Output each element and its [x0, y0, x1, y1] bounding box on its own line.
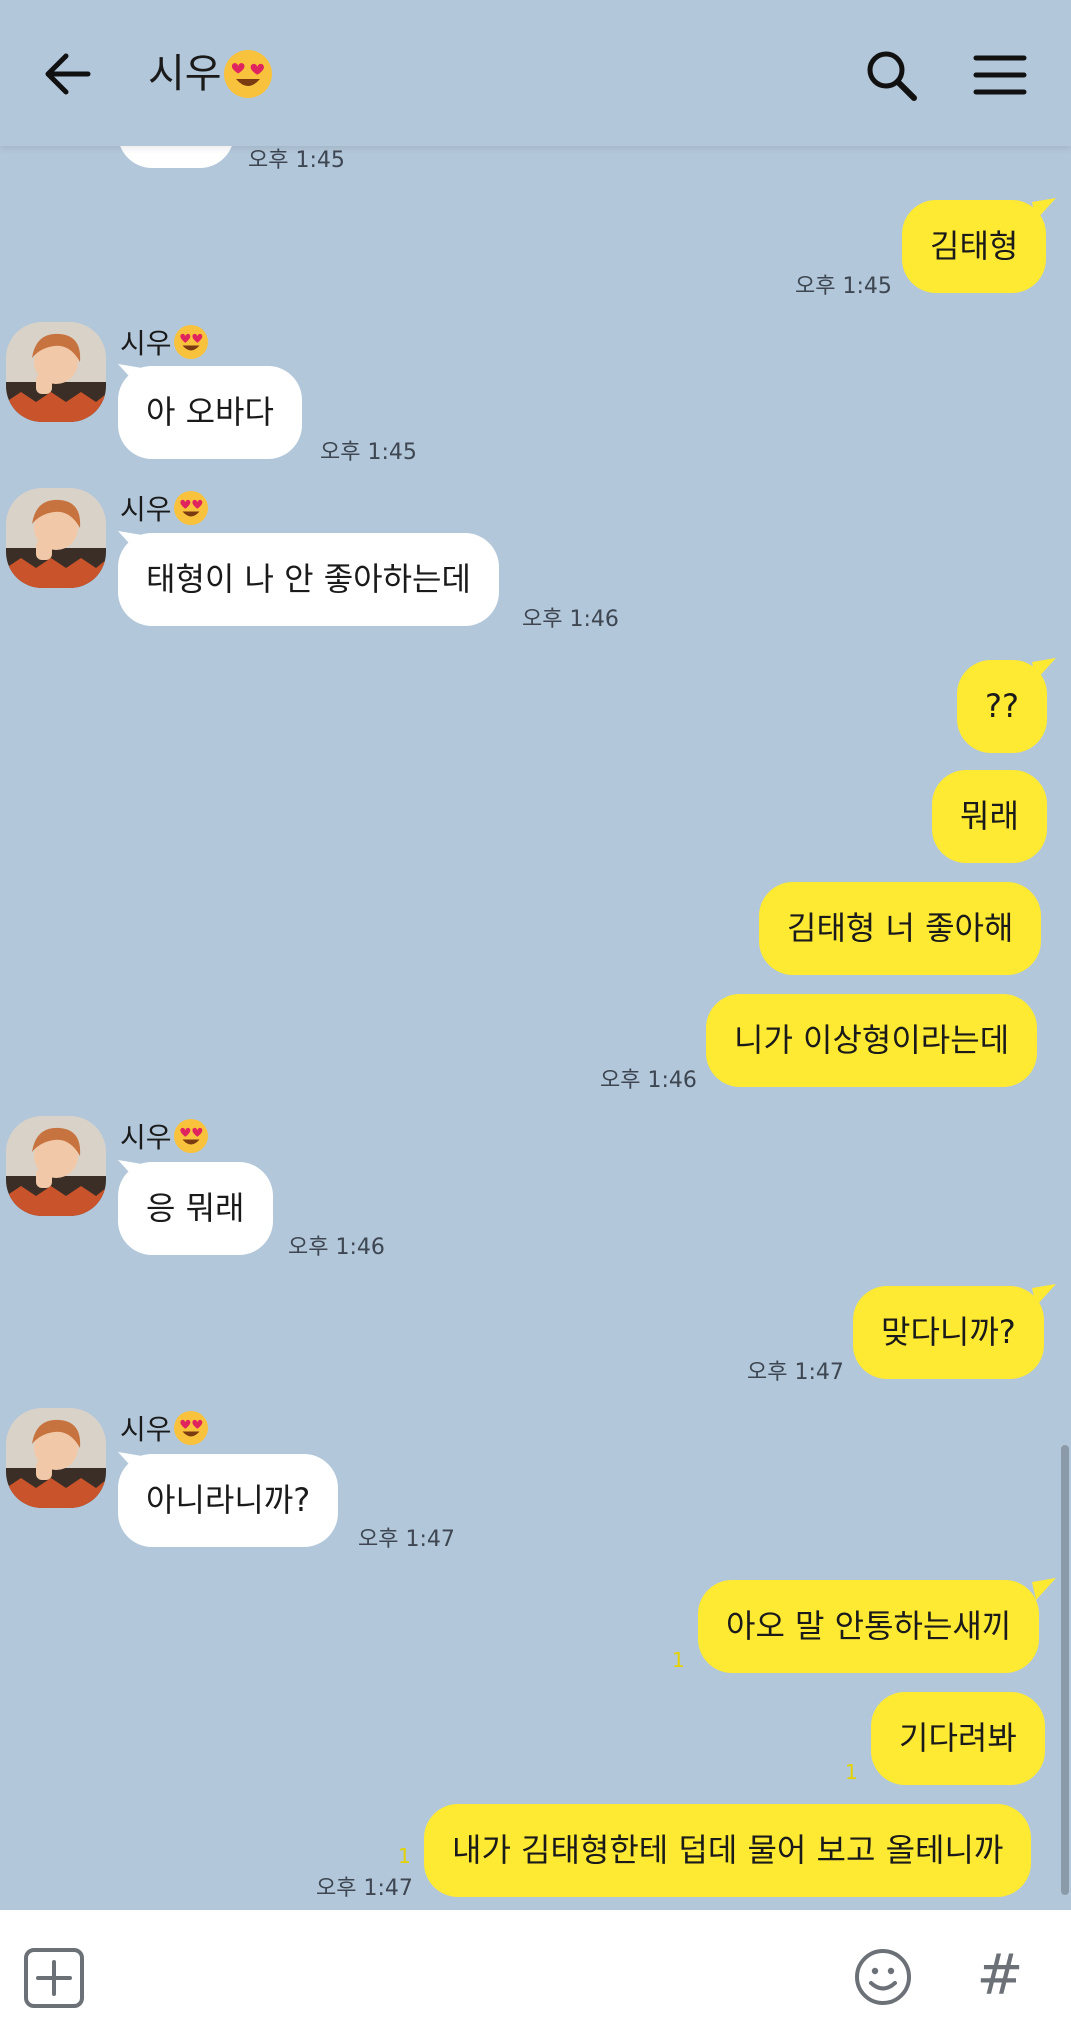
- sender-name: 시우: [120, 1408, 208, 1448]
- avatar[interactable]: [6, 322, 106, 422]
- chat-bubble-outgoing[interactable]: 아오 말 안통하는새끼: [698, 1580, 1040, 1673]
- chat-bubble-outgoing[interactable]: 내가 김태형한테 덥데 물어 보고 올테니까: [424, 1804, 1032, 1897]
- sender-name: 시우: [120, 488, 208, 528]
- bubble-tail: [118, 1452, 142, 1474]
- chat-bubble-incoming[interactable]: 아 오바다: [118, 366, 302, 459]
- message-time: 오후 1:45: [795, 274, 892, 299]
- heart-eyes-emoji-icon: [173, 491, 208, 525]
- chat-bubble-outgoing[interactable]: 맞다니까?: [853, 1286, 1044, 1379]
- message-input-bar: #: [0, 1910, 1071, 2038]
- bubble-tail: [1032, 658, 1056, 680]
- hashtag-search-button[interactable]: #: [975, 1946, 1025, 2006]
- bubble-tail: [1032, 1284, 1056, 1306]
- chat-bubble-outgoing[interactable]: 뭐래: [932, 770, 1047, 863]
- chat-bubble-outgoing[interactable]: 기다려봐: [871, 1692, 1045, 1785]
- chat-bubble-incoming[interactable]: 태형이 나 안 좋아하는데: [118, 533, 499, 626]
- heart-eyes-emoji-icon: [173, 325, 208, 359]
- message-time: 오후 1:46: [600, 1068, 697, 1093]
- message-time: 오후 1:47: [747, 1360, 844, 1385]
- message-time: 오후 1:46: [522, 607, 619, 632]
- heart-eyes-emoji-icon: [223, 50, 272, 98]
- message-time: 오후 1:46: [288, 1235, 385, 1260]
- message-time: 오후 1:47: [358, 1527, 455, 1552]
- message-time: 오후 1:45: [320, 440, 417, 465]
- chat-bubble-incoming[interactable]: 아니라니까?: [118, 1454, 339, 1547]
- plus-square-icon[interactable]: [22, 1946, 86, 2010]
- search-icon[interactable]: [862, 46, 920, 104]
- bubble-tail: [118, 364, 142, 386]
- sender-name-text: 시우: [120, 1121, 172, 1154]
- avatar[interactable]: [6, 1116, 106, 1216]
- scrollbar[interactable]: [1061, 1445, 1069, 1895]
- chat-bubble-outgoing[interactable]: 김태형: [902, 200, 1047, 293]
- avatar[interactable]: [6, 488, 106, 588]
- chat-bubble-outgoing[interactable]: 김태형 너 좋아해: [759, 882, 1042, 975]
- heart-eyes-emoji-icon: [173, 1119, 208, 1153]
- chat-title: 시우: [148, 46, 272, 102]
- sender-name-text: 시우: [120, 327, 172, 360]
- arrow-left-icon[interactable]: [38, 44, 98, 104]
- unread-count: 1: [398, 1844, 411, 1868]
- chat-header: 시우: [0, 0, 1071, 146]
- bubble-tail: [118, 531, 142, 553]
- unread-count: 1: [845, 1760, 858, 1784]
- bubble-tail: [1032, 198, 1056, 220]
- heart-eyes-emoji-icon: [173, 1411, 208, 1445]
- bubble-tail: [118, 1160, 142, 1182]
- sender-name-text: 시우: [120, 493, 172, 526]
- hamburger-menu-icon[interactable]: [970, 46, 1030, 104]
- sender-name: 시우: [120, 322, 208, 362]
- chat-bubble-outgoing[interactable]: 니가 이상형이라는데: [706, 994, 1038, 1087]
- smiley-icon[interactable]: [854, 1948, 912, 2006]
- bubble-tail: [1032, 1578, 1056, 1600]
- unread-count: 1: [672, 1648, 685, 1672]
- avatar[interactable]: [6, 1408, 106, 1508]
- message-time: 오후 1:47: [316, 1876, 413, 1901]
- sender-name-text: 시우: [120, 1413, 172, 1446]
- message-time: 오후 1:45: [248, 148, 345, 173]
- chat-title-text: 시우: [148, 51, 222, 97]
- sender-name: 시우: [120, 1116, 208, 1156]
